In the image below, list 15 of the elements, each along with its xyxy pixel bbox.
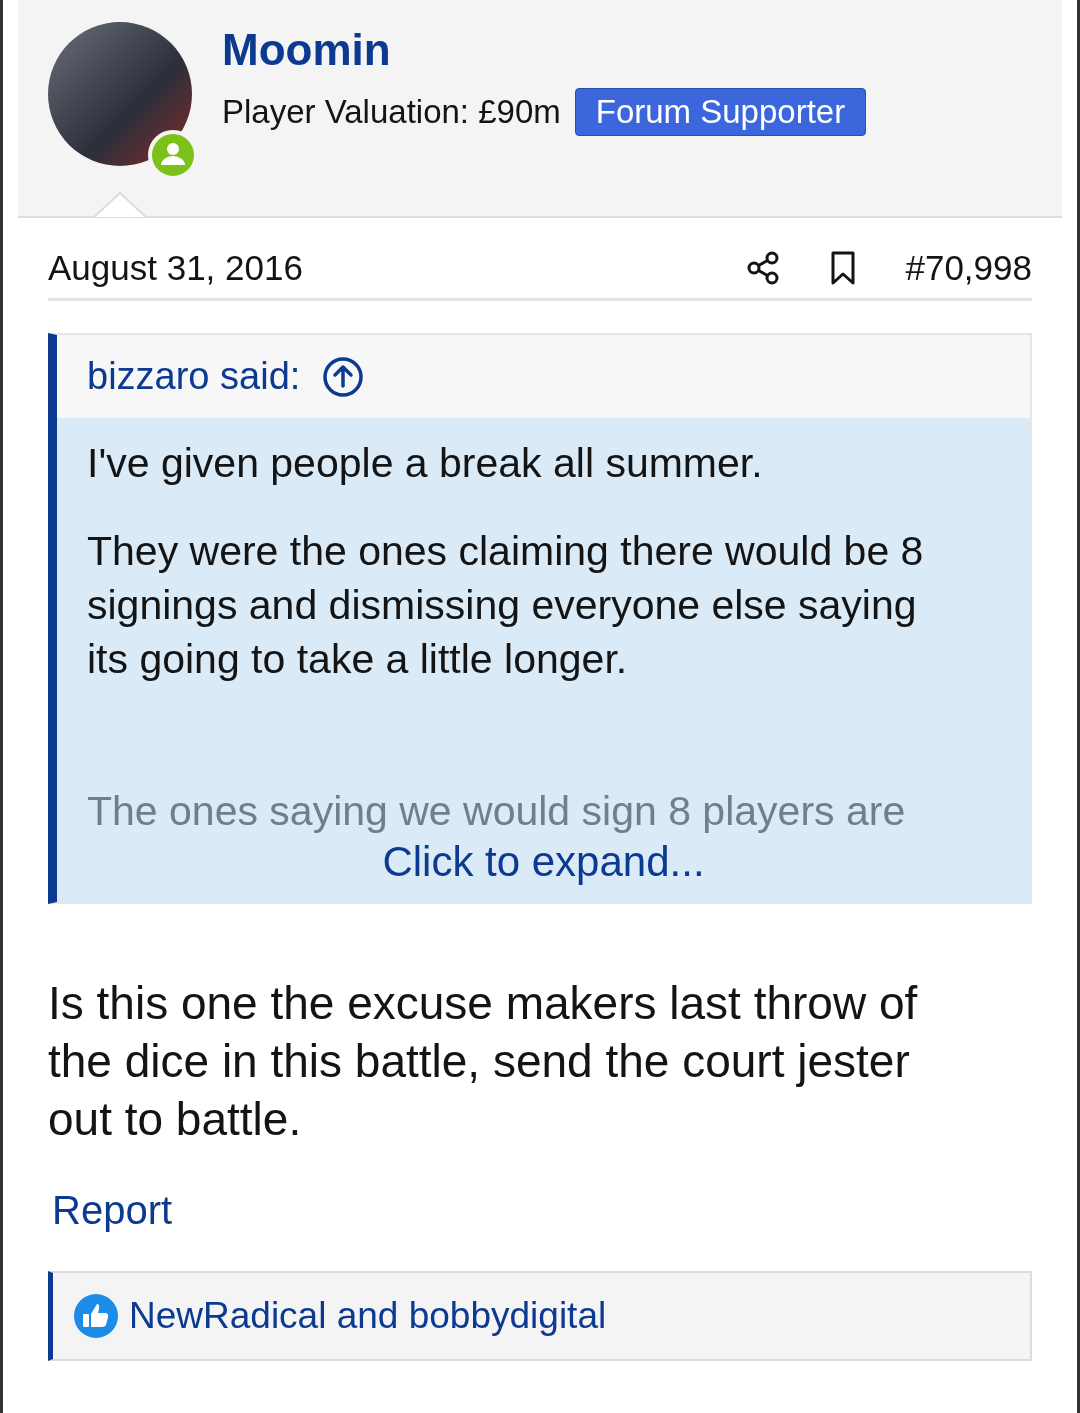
faded-quote-text: The ones saying we would sign 8 players are — [87, 788, 906, 834]
quote-paragraph: I've given people a break all summer. — [87, 439, 764, 488]
click-to-expand-link[interactable]: Click to expand... — [382, 838, 705, 885]
quote-attribution[interactable]: bizzaro said: — [87, 355, 301, 398]
post-body-text: Is this one the excuse makers last throw of the dice in this battle, send the court jester out to battle. — [48, 976, 919, 1147]
post-number-link[interactable]: #70,998 — [905, 248, 1032, 288]
post-date[interactable]: August 31, 2016 — [48, 248, 746, 288]
reaction-users-link[interactable]: NewRadical and bobbydigital — [129, 1295, 607, 1337]
quote-paragraph: They were the ones claiming there would be 8 signings and dismissing everyone else saying its going to take a little longer. — [87, 527, 925, 684]
arrow-up-circle-icon[interactable] — [322, 355, 365, 398]
thumbs-up-icon — [73, 1293, 119, 1339]
username-link[interactable]: Moomin — [222, 26, 867, 75]
player-valuation: Player Valuation: £90m — [222, 93, 561, 132]
report-link[interactable]: Report — [52, 1188, 173, 1233]
user-title-badge: Forum Supporter — [574, 88, 867, 137]
